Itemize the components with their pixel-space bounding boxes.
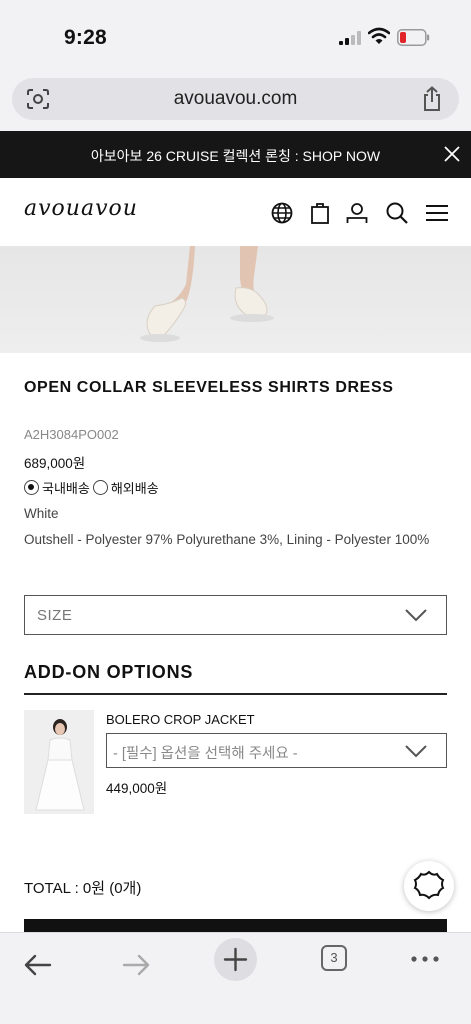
address-bar[interactable]: avouavou.com	[12, 78, 459, 120]
site-header: avouavou	[0, 178, 471, 246]
divider	[24, 693, 447, 695]
shipping-options: 국내배송 해외배송	[24, 478, 162, 497]
user-icon[interactable]	[345, 201, 369, 225]
product-color: White	[24, 506, 59, 521]
tabs-button[interactable]: 3	[321, 945, 347, 971]
addon-section-title: ADD-ON OPTIONS	[24, 662, 194, 682]
share-icon[interactable]	[421, 86, 443, 112]
forward-arrow-icon[interactable]	[116, 945, 156, 985]
size-select-value[interactable]: SIZE	[37, 607, 72, 624]
chevron-down-icon[interactable]	[404, 744, 428, 758]
status-time: 9:28	[64, 26, 107, 49]
announcement-bar[interactable]: 아보아보 26 CRUISE 컬렉션 론칭 : SHOP NOW	[0, 131, 471, 178]
chat-button[interactable]	[404, 861, 454, 911]
radio-domestic-shipping[interactable]	[24, 480, 39, 495]
back-arrow-icon[interactable]	[18, 945, 58, 985]
status-bar: 9:28	[0, 0, 471, 66]
addon-option-select[interactable]: - [필수] 옵션을 선택해 주세요 -	[106, 733, 447, 768]
product-price: 689,000원	[24, 456, 86, 471]
globe-icon[interactable]	[270, 201, 294, 225]
total-text: TOTAL : 0원 (0개)	[24, 880, 142, 897]
menu-icon[interactable]	[425, 201, 449, 225]
plus-icon	[223, 947, 248, 972]
cellular-signal-icon	[339, 31, 361, 45]
site-logo[interactable]: avouavou	[24, 196, 138, 221]
search-icon[interactable]	[385, 201, 409, 225]
shipping-label-international[interactable]: 해외배송	[111, 478, 159, 497]
battery-icon	[397, 29, 430, 46]
product-material: Outshell - Polyester 97% Polyurethane 3%…	[24, 532, 430, 547]
product-image	[0, 246, 471, 353]
new-tab-button[interactable]	[214, 938, 257, 981]
chevron-down-icon[interactable]	[404, 608, 428, 622]
close-icon[interactable]	[444, 146, 460, 162]
addon-price: 449,000원	[106, 781, 168, 796]
shoes-image	[140, 246, 274, 342]
size-select[interactable]: SIZE	[24, 595, 447, 635]
browser-toolbar: 3	[0, 932, 471, 1024]
shopping-bag-icon[interactable]	[308, 201, 332, 225]
chat-logo-icon	[413, 870, 445, 900]
more-options-icon[interactable]	[406, 945, 446, 985]
product-title: OPEN COLLAR SLEEVELESS SHIRTS DRESS	[24, 379, 394, 396]
addon-name: BOLERO CROP JACKET	[106, 712, 255, 727]
addon-product-thumbnail[interactable]	[24, 710, 94, 814]
url-text[interactable]: avouavou.com	[12, 88, 459, 110]
browser-url-area: avouavou.com	[0, 66, 471, 131]
addon-select-placeholder[interactable]: - [필수] 옵션을 선택해 주세요 -	[113, 742, 298, 763]
product-code: A2H3084PO002	[24, 427, 119, 442]
radio-international-shipping[interactable]	[92, 480, 108, 495]
announcement-text[interactable]: 아보아보 26 CRUISE 컬렉션 론칭 : SHOP NOW	[0, 146, 471, 166]
wifi-icon	[368, 27, 390, 44]
shipping-label-domestic[interactable]: 국내배송	[42, 478, 90, 497]
